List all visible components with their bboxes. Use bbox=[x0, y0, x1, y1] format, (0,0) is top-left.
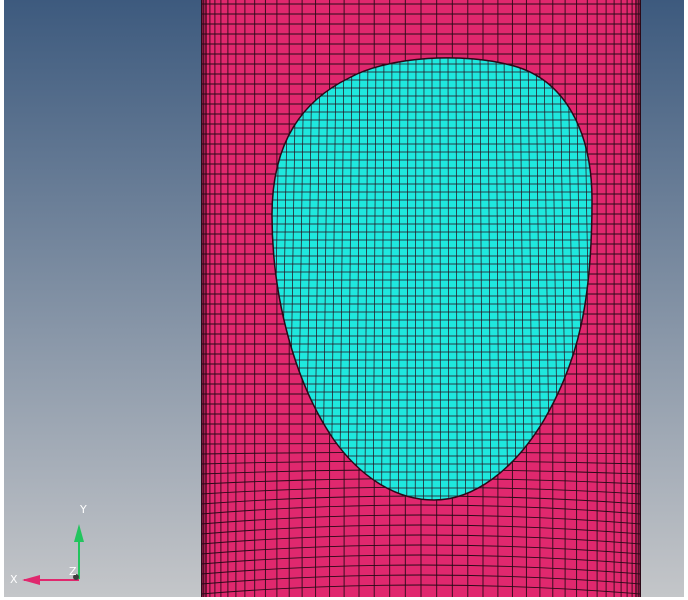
mesh-scene[interactable] bbox=[4, 0, 684, 597]
y-axis-arrow bbox=[74, 524, 84, 542]
shell-left-edge bbox=[201, 0, 207, 597]
coordinate-triad: Y X Z bbox=[6, 500, 96, 592]
z-axis-label: Z bbox=[69, 565, 77, 578]
shell-right-edge bbox=[635, 0, 641, 597]
viewport-right-border bbox=[684, 0, 688, 600]
y-axis-label: Y bbox=[80, 503, 87, 516]
x-axis-label: X bbox=[10, 573, 18, 586]
x-axis-arrow bbox=[22, 575, 40, 585]
graphics-viewport[interactable] bbox=[4, 0, 684, 597]
